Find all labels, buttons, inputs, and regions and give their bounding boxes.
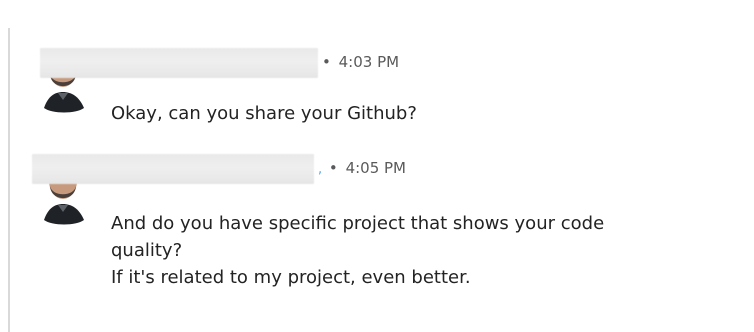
message-meta: , • 4:05 PM — [318, 158, 406, 180]
read-tick-icon: , — [318, 162, 323, 177]
message-line: If it's related to my project, even bett… — [111, 267, 471, 288]
message-text: And do you have specific project that sh… — [111, 210, 751, 291]
message-item: • 4:03 PM Okay, can you share your Githu… — [0, 44, 754, 134]
message-text: Okay, can you share your Github? — [111, 100, 751, 127]
message-line: quality? — [111, 240, 183, 261]
message-line: And do you have specific project that sh… — [111, 213, 605, 234]
message-meta: • 4:03 PM — [322, 52, 399, 72]
redacted-sender-name — [32, 154, 314, 184]
message-time: 4:03 PM — [338, 53, 400, 71]
meta-separator: • — [322, 53, 331, 71]
message-time: 4:05 PM — [345, 159, 407, 177]
message-line: Okay, can you share your Github? — [111, 103, 417, 124]
redacted-sender-name — [40, 48, 318, 78]
message-item: , • 4:05 PM And do you have specific pro… — [0, 150, 754, 325]
meta-separator: • — [328, 159, 338, 177]
